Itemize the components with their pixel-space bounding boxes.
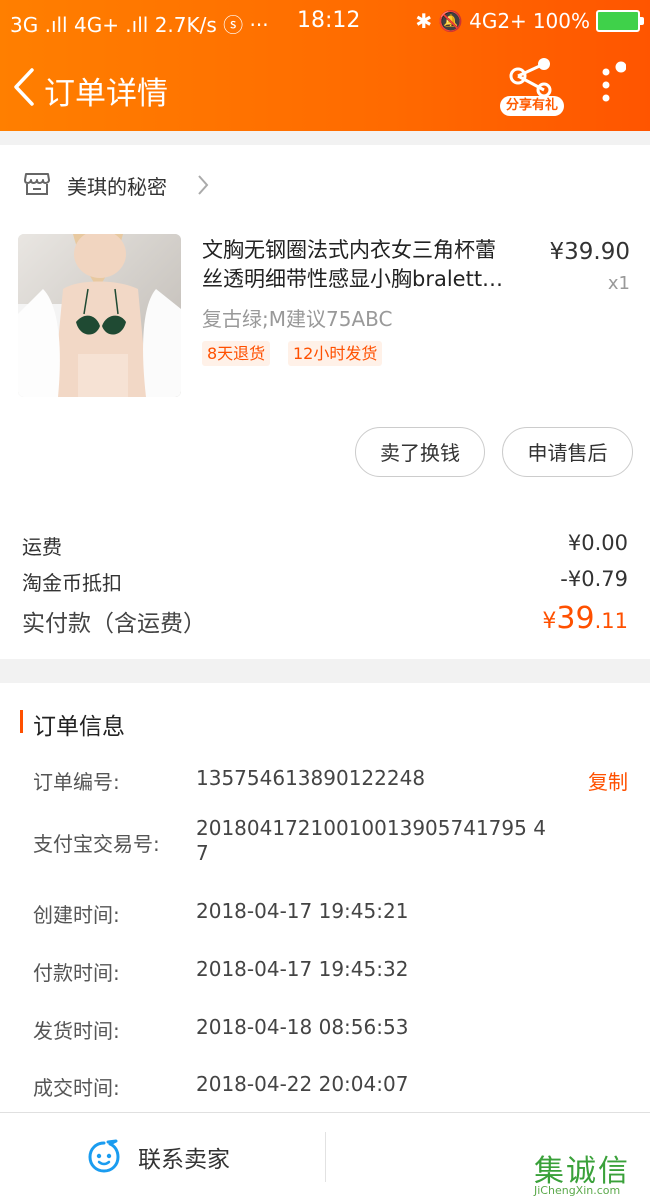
paid-time-value: 2018-04-17 19:45:32 (196, 957, 409, 981)
watermark-logo: 集诚信 JiChengXin.com (534, 1146, 630, 1197)
status-time: 18:12 (297, 8, 361, 33)
page-title: 订单详情 (44, 76, 168, 112)
tag-shipping: 12小时发货 (288, 341, 383, 366)
completed-time-value: 2018-04-22 20:04:07 (196, 1072, 409, 1096)
product-qty: x1 (607, 273, 630, 294)
shipping-label: 运费 (22, 535, 62, 559)
back-button[interactable] (8, 62, 48, 112)
status-bar: 3G .ıll 4G+ .ıll 2.7K/s ⓢ ··· 18:12 ✱ 🔕 … (0, 0, 650, 44)
coin-deduction-label: 淘金币抵扣 (22, 571, 122, 595)
product-price: ¥39.90 (549, 239, 630, 265)
battery-icon (596, 10, 644, 32)
shipped-time-value: 2018-04-18 08:56:53 (196, 1015, 409, 1039)
section-accent-bar (20, 710, 23, 733)
status-signal-info: 3G .ıll 4G+ .ıll 2.7K/s ⓢ ··· (10, 13, 269, 37)
chevron-left-icon (14, 68, 34, 106)
chevron-right-icon (198, 175, 209, 195)
created-time-value: 2018-04-17 19:45:21 (196, 899, 409, 923)
network-label: 4G2+ (469, 9, 527, 33)
after-sale-button[interactable]: 申请售后 (502, 427, 633, 477)
share-button[interactable]: 分享有礼 (500, 56, 566, 118)
bottom-divider (325, 1132, 326, 1182)
shipping-value: ¥0.00 (567, 531, 628, 555)
shop-icon (24, 173, 50, 195)
contact-seller-button[interactable]: 联系卖家 (86, 1139, 230, 1175)
alipay-trade-label: 支付宝交易号: (33, 832, 160, 856)
shop-name[interactable]: 美琪的秘密 (67, 171, 167, 200)
product-spec: 复古绿;M建议75ABC (202, 307, 393, 331)
alipay-trade-value-line1: 20180417210010013905741795 4 (196, 816, 546, 840)
app-header: 3G .ıll 4G+ .ıll 2.7K/s ⓢ ··· 18:12 ✱ 🔕 … (0, 0, 650, 131)
order-number-label: 订单编号: (33, 770, 120, 794)
completed-time-label: 成交时间: (33, 1076, 120, 1100)
product-image[interactable] (18, 234, 181, 397)
total-integer: 39 (556, 601, 595, 636)
tag-return: 8天退货 (202, 341, 271, 366)
order-info-card (0, 683, 650, 1112)
product-title-line2: 丝透明细带性感显小胸bralett… (202, 267, 504, 291)
sell-button[interactable]: 卖了换钱 (355, 427, 485, 477)
more-icon (602, 61, 627, 102)
mute-icon: 🔕 (438, 9, 464, 33)
share-icon (509, 58, 552, 98)
bluetooth-icon: ✱ (415, 9, 433, 33)
more-button[interactable] (590, 60, 627, 110)
total-decimal: .11 (594, 609, 628, 633)
alipay-trade-value-line2: 7 (196, 841, 209, 865)
paid-time-label: 付款时间: (33, 961, 120, 985)
total-label: 实付款（含运费） (22, 611, 206, 637)
product-photo (18, 234, 181, 397)
chat-face-icon (88, 1139, 120, 1173)
shipped-time-label: 发货时间: (33, 1019, 120, 1043)
watermark-url: JiChengXin.com (534, 1184, 621, 1197)
status-right-group: ✱ 🔕 4G2+ 100% (415, 9, 644, 33)
copy-button[interactable]: 复制 (588, 766, 628, 795)
total-currency: ¥ (542, 609, 557, 634)
coin-deduction-value: -¥0.79 (560, 567, 628, 591)
product-title[interactable]: 文胸无钢圈法式内衣女三角杯蕾 丝透明细带性感显小胸bralett… (202, 236, 537, 294)
order-info-title: 订单信息 (33, 714, 125, 740)
battery-percent: 100% (532, 9, 590, 33)
product-title-line1: 文胸无钢圈法式内衣女三角杯蕾 (202, 238, 496, 262)
alipay-trade-value: 20180417210010013905741795 4 7 (196, 816, 546, 866)
order-number-value: 135754613890122248 (196, 766, 426, 790)
total-value: ¥39.11 (542, 601, 628, 636)
share-label: 分享有礼 (500, 96, 564, 116)
created-time-label: 创建时间: (33, 903, 120, 927)
contact-seller-label: 联系卖家 (138, 1147, 230, 1173)
